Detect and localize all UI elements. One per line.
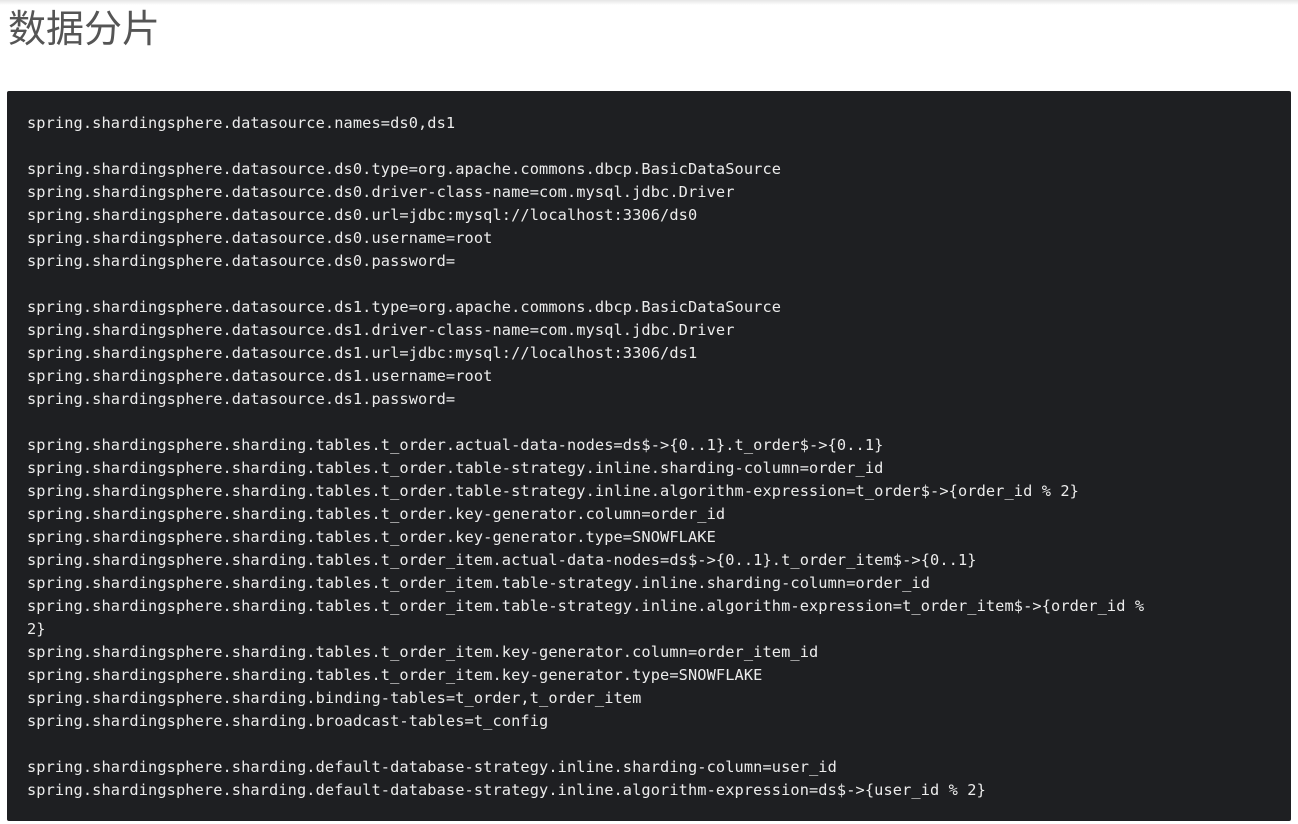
code-block: spring.shardingsphere.datasource.names=d… <box>7 91 1291 821</box>
code-line: spring.shardingsphere.sharding.tables.t_… <box>27 597 1145 615</box>
code-line: spring.shardingsphere.datasource.ds1.pas… <box>27 390 456 408</box>
code-line: spring.shardingsphere.sharding.binding-t… <box>27 689 642 707</box>
code-line: spring.shardingsphere.sharding.tables.t_… <box>27 666 763 684</box>
code-line: spring.shardingsphere.sharding.tables.t_… <box>27 574 931 592</box>
code-line: 2} <box>27 620 46 638</box>
code-line: spring.shardingsphere.sharding.tables.t_… <box>27 551 977 569</box>
code-line: spring.shardingsphere.sharding.tables.t_… <box>27 459 884 477</box>
code-line: spring.shardingsphere.datasource.ds0.url… <box>27 206 698 224</box>
code-line: spring.shardingsphere.sharding.tables.t_… <box>27 528 716 546</box>
code-line: spring.shardingsphere.datasource.ds0.pas… <box>27 252 456 270</box>
code-line: spring.shardingsphere.datasource.ds1.use… <box>27 367 493 385</box>
code-line: spring.shardingsphere.datasource.ds1.typ… <box>27 298 782 316</box>
top-nav-shadow <box>0 0 1298 5</box>
code-line: spring.shardingsphere.sharding.tables.t_… <box>27 482 1079 500</box>
code-line: spring.shardingsphere.sharding.tables.t_… <box>27 505 726 523</box>
code-line: spring.shardingsphere.datasource.ds0.typ… <box>27 160 782 178</box>
code-line: spring.shardingsphere.datasource.ds0.dri… <box>27 183 735 201</box>
code-line: spring.shardingsphere.datasource.ds1.url… <box>27 344 698 362</box>
code-line: spring.shardingsphere.datasource.ds1.dri… <box>27 321 735 339</box>
code-line: spring.shardingsphere.datasource.ds0.use… <box>27 229 493 247</box>
code-line: spring.shardingsphere.sharding.default-d… <box>27 758 837 776</box>
code-line: spring.shardingsphere.sharding.tables.t_… <box>27 436 884 454</box>
code-line: spring.shardingsphere.sharding.default-d… <box>27 781 986 799</box>
code-line: spring.shardingsphere.sharding.tables.t_… <box>27 643 819 661</box>
code-line: spring.shardingsphere.sharding.broadcast… <box>27 712 549 730</box>
code-line: spring.shardingsphere.datasource.names=d… <box>27 114 456 132</box>
page-title: 数据分片 <box>8 7 161 51</box>
